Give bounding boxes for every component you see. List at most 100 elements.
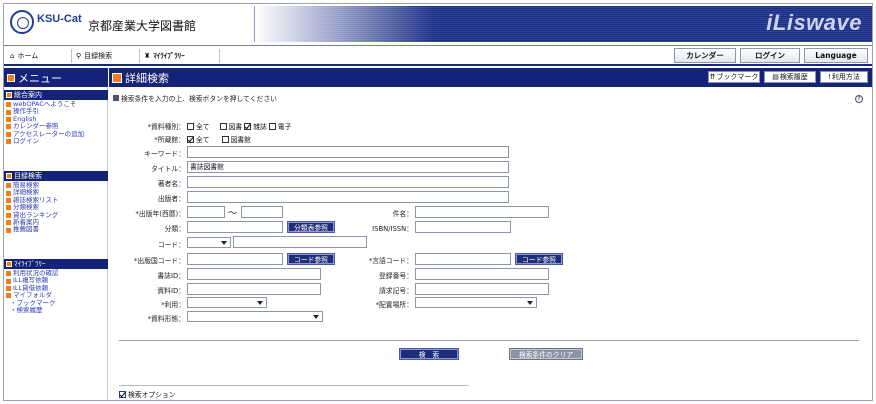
country-code-label: *出版国コード： (134, 257, 185, 265)
search-button[interactable]: 検 索 (399, 348, 459, 360)
page-title-bar: 詳細検索 ⇈ ブックマーク ▤ 検索履歴 ! 利用方法 (109, 68, 872, 87)
divider (119, 340, 859, 341)
location-all-label: 全て (196, 136, 210, 144)
language-code-label: *言語コード： (368, 257, 413, 265)
section-title: ﾏｲﾗｲﾌﾞﾗﾘｰ (14, 260, 46, 268)
section-icon (6, 261, 12, 267)
publisher-input[interactable] (187, 191, 509, 203)
location-label: *所蔵館： (154, 136, 185, 144)
code-select[interactable] (187, 237, 231, 248)
bookmark-button[interactable]: ⇈ ブックマーク (708, 71, 760, 83)
material-form-select[interactable] (187, 311, 323, 322)
material-journal-checkbox[interactable] (244, 122, 252, 130)
material-electronic-label: 電子 (277, 123, 292, 131)
search-options-checkbox[interactable] (119, 390, 126, 398)
section-general: 総合案内 (4, 90, 108, 100)
material-type-group: 全て 図書 雑誌 電子 (187, 121, 291, 131)
author-input[interactable] (187, 176, 509, 188)
tilde: 〜 (228, 209, 238, 219)
country-code-ref-button[interactable]: コード参照 (287, 253, 335, 265)
history-button[interactable]: ▤ 検索履歴 (764, 71, 816, 83)
login-button[interactable]: ログイン (740, 48, 800, 63)
section-icon (6, 92, 12, 98)
search-options-label: 検索オプション (128, 391, 176, 399)
page-title: 詳細検索 (112, 70, 169, 86)
general-links: webOPACへようこそ 操作手引 English カレンダー参照 アクセスレー… (6, 100, 84, 145)
section-catalog: 目録検索 (4, 171, 108, 181)
code-input[interactable] (233, 236, 367, 248)
author-label: 著者名： (157, 180, 185, 188)
isbn-input[interactable] (415, 221, 511, 233)
section-icon (6, 173, 12, 179)
options-divider (119, 385, 469, 386)
subject-input[interactable] (415, 206, 549, 218)
class-input[interactable] (187, 221, 283, 233)
howto-button[interactable]: ! 利用方法 (820, 71, 868, 83)
keyword-input[interactable] (187, 146, 509, 158)
sidebar-link-history[interactable]: ・検索履歴 (6, 306, 59, 314)
catalog-links: 簡易検索 詳細検索 雑誌検索リスト 分類検索 貸出ランキング 新着案内 推薦図書 (6, 181, 59, 234)
title-label: タイトル： (151, 165, 185, 173)
location-all-checkbox[interactable] (187, 135, 194, 143)
search-options-toggle[interactable]: 検索オプション (119, 389, 176, 399)
history-icon: ▤ (772, 73, 779, 81)
bookmark-icon: ⇈ (709, 73, 716, 81)
regno-input[interactable] (415, 268, 549, 280)
section-title: 総合案内 (14, 91, 42, 99)
menu-title: メニュー (18, 71, 62, 85)
materialid-label: 資料ID： (157, 287, 185, 295)
instruction: 検索条件を入力の上、検索ボタンを押してください (113, 93, 277, 103)
menu-icon (7, 73, 15, 82)
pubyear-from-input[interactable] (187, 206, 225, 218)
code-label: コード： (157, 241, 185, 249)
location-group: 全て 図書館 (187, 134, 251, 144)
pubyear-label: *出版年(西暦)： (135, 210, 185, 218)
nav-my-library[interactable]: ♜ ﾏｲﾗｲﾌﾞﾗﾘｰ (144, 49, 220, 63)
nav-my-library-label: ﾏｲﾗｲﾌﾞﾗﾘｰ (153, 52, 185, 60)
clear-conditions-button[interactable]: 検索条件のクリア (509, 348, 583, 360)
material-all-checkbox[interactable] (187, 122, 194, 130)
pubyear-to-input[interactable] (241, 206, 283, 218)
main-content: 詳細検索 ⇈ ブックマーク ▤ 検索履歴 ! 利用方法 検索条件を入力の上、検索ボタン… (109, 68, 872, 400)
subject-label: 件名： (392, 210, 413, 218)
nav-catalog-search-label: 目録検索 (84, 52, 113, 60)
bibid-input[interactable] (187, 268, 321, 280)
note-icon (113, 95, 119, 101)
material-electronic-checkbox[interactable] (268, 122, 276, 130)
top-nav: ⌂ ホーム ⚲ 目録検索 ♜ ﾏｲﾗｲﾌﾞﾗﾘｰ カレンダー ログイン Lang… (4, 45, 872, 66)
language-code-input[interactable] (415, 253, 511, 265)
material-journal-label: 雑誌 (253, 123, 267, 131)
use-select[interactable] (187, 297, 267, 308)
nav-catalog-search[interactable]: ⚲ 目録検索 (76, 49, 140, 63)
callno-input[interactable] (415, 283, 549, 295)
nav-home-label: ホーム (17, 52, 39, 60)
title-input[interactable]: 書誌図書館 (187, 161, 509, 173)
bibid-label: 書誌ID： (157, 272, 185, 280)
header: KSU-Cat 京都産業大学図書館 iLiswave (4, 4, 872, 44)
location-library-checkbox[interactable] (221, 135, 229, 143)
brand-logo: iLiswave (766, 10, 862, 35)
class-table-button[interactable]: 分類表参照 (287, 221, 335, 233)
publisher-label: 出版者： (157, 195, 185, 203)
class-label: 分類： (164, 225, 185, 233)
sidebar-link-login[interactable]: ログイン (6, 137, 84, 145)
language-code-ref-button[interactable]: コード参照 (515, 253, 563, 265)
calendar-button[interactable]: カレンダー (674, 48, 736, 63)
country-code-input[interactable] (187, 253, 283, 265)
isbn-label: ISBN/ISSN： (372, 225, 413, 233)
search-icon: ⚲ (76, 52, 82, 60)
university-seal-icon (10, 10, 34, 34)
language-button[interactable]: Language (804, 48, 868, 63)
nav-home[interactable]: ⌂ ホーム (10, 49, 72, 63)
help-icon[interactable]: ? (855, 95, 863, 103)
keyword-label: キーワード： (144, 150, 185, 158)
material-book-checkbox[interactable] (219, 122, 227, 130)
my-library-icon: ♜ (144, 52, 151, 60)
material-book-label: 図書 (228, 123, 243, 131)
location-library-label: 図書館 (230, 136, 251, 144)
place-select[interactable] (415, 297, 537, 308)
materialid-input[interactable] (187, 283, 321, 295)
sidebar-link-recommended[interactable]: 推薦図書 (6, 225, 59, 233)
menu-header: メニュー (4, 68, 108, 87)
app-frame: KSU-Cat 京都産業大学図書館 iLiswave ⌂ ホーム ⚲ 目録検索 … (3, 3, 873, 401)
